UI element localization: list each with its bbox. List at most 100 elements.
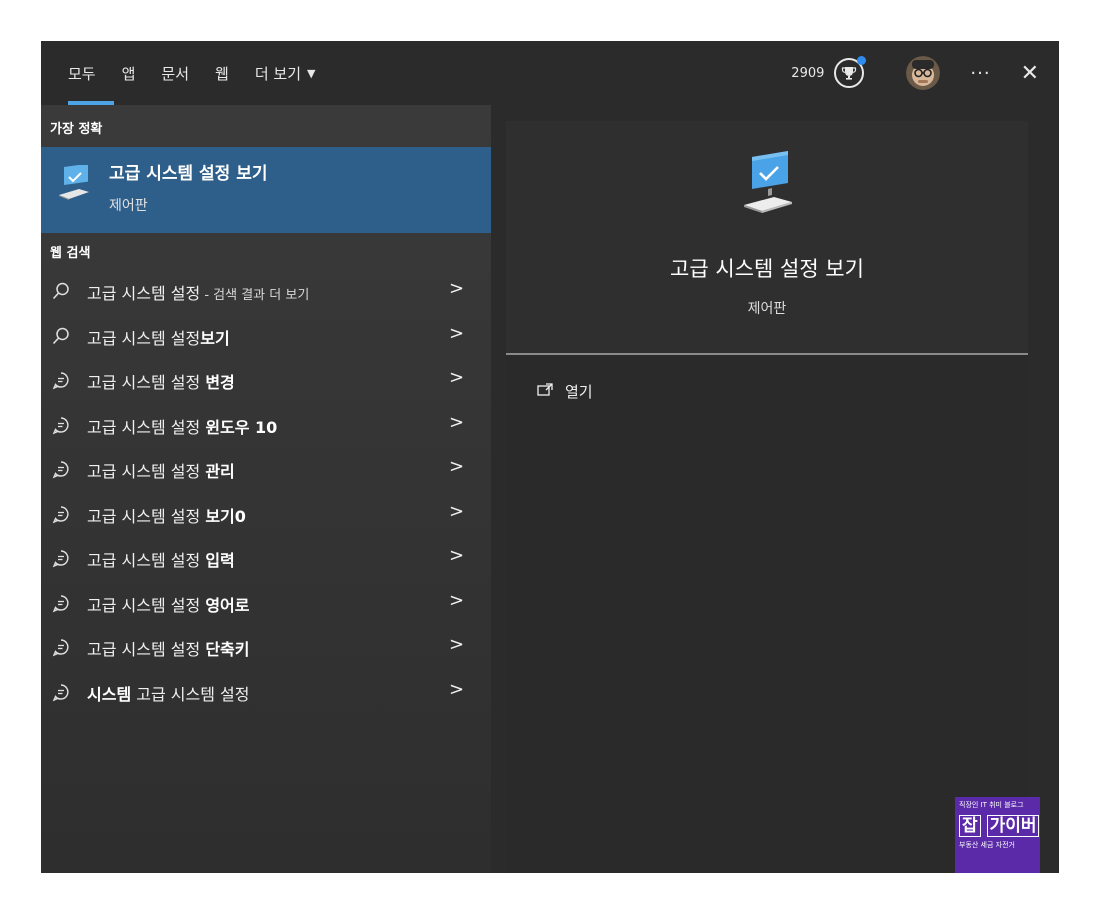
chevron-right-icon: > [449,322,465,344]
open-action[interactable]: 열기 [537,381,593,402]
suggestion-icon [51,637,71,657]
result-text-plain: 고급 시스템 설정 [87,284,201,303]
chevron-right-icon: > [449,278,465,299]
chevron-right-icon: > [449,411,465,433]
more-options-button[interactable]: ··· [970,63,990,84]
result-text-bold: 관리 [205,462,235,481]
open-external-icon [537,382,553,401]
web-result-item[interactable]: 고급 시스템 설정 관리 > [41,447,491,491]
computer-icon [744,151,792,219]
blog-watermark-logo: 직장인 IT 취미 블로그 잡 가이버 부동산 세금 자전거 [955,797,1040,873]
chevron-right-icon: > [449,678,465,700]
tab-2[interactable]: 문서 [148,41,202,105]
chevron-right-icon: > [449,545,465,566]
results-panel: 가장 정확 고급 시스템 설정 보기 제어판 웹 검색 고급 시스템 설정 - … [41,105,491,873]
result-text-bold: 윈도우 10 [205,417,278,437]
result-text-plain: 고급 시스템 설정 [87,551,206,570]
reward-points: 2909 [791,65,825,81]
web-result-item[interactable]: 고급 시스템 설정 입력 > [41,536,491,580]
preview-panel: 고급 시스템 설정 보기 제어판 열기 [506,121,1028,873]
top-right-controls: 2909 ··· ✕ [791,41,1059,105]
result-text-bold: 영어로 [205,595,250,615]
chevron-right-icon: > [449,589,465,611]
preview-title: 고급 시스템 설정 보기 [670,257,864,281]
tab-label: 웹 [215,64,229,83]
chevron-right-icon: > [449,367,465,388]
result-text-bold: 보기 [200,328,230,348]
search-icon [51,281,71,301]
web-result-text: 고급 시스템 설정 관리 [87,458,235,482]
suggestion-icon [51,593,71,613]
web-result-text: 고급 시스템 설정 영어로 [87,592,249,616]
preview-header: 고급 시스템 설정 보기 제어판 [506,121,1028,353]
suggestion-icon [51,548,71,568]
suggestion-icon [51,504,71,524]
web-result-text: 시스템 고급 시스템 설정 [87,681,249,705]
suggestion-icon [51,682,71,702]
web-result-text: 고급 시스템 설정 입력 [87,547,235,571]
best-match-heading: 가장 정확 [50,122,103,137]
web-result-item[interactable]: 고급 시스템 설정 변경 > [41,358,491,402]
web-result-item[interactable]: 고급 시스템 설정 영어로 > [41,581,491,625]
result-text-suffix: - 검색 결과 더 보기 [200,288,310,303]
web-result-item[interactable]: 고급 시스템 설정 단축키 > [41,625,491,669]
tab-1[interactable]: 앱 [109,41,149,105]
preview-subtitle: 제어판 [747,301,787,317]
web-result-text: 고급 시스템 설정 보기0 [87,503,246,527]
web-result-text: 고급 시스템 설정 윈도우 10 [87,414,277,438]
best-match-subtitle: 제어판 [109,198,148,214]
result-text-bold: 단축키 [205,640,250,659]
tab-label: 문서 [161,64,190,83]
web-result-text: 고급 시스템 설정보기 [87,325,230,349]
web-result-text: 고급 시스템 설정 변경 [87,369,235,393]
filter-tabs: 모두 앱 문서 웹 더 보기 ▼ [55,41,328,105]
chevron-right-icon: > [449,634,465,655]
web-result-item[interactable]: 시스템 고급 시스템 설정 > [41,670,491,714]
result-text-plain: 고급 시스템 설정 [87,640,206,659]
result-text-bold: 시스템 [87,684,132,704]
tab-4[interactable]: 더 보기 ▼ [242,41,329,105]
suggestion-icon [51,459,71,479]
user-avatar[interactable] [906,56,941,90]
result-text-plain: 고급 시스템 설정 [87,417,206,437]
result-text-bold: 입력 [205,551,235,570]
tab-label: 앱 [121,64,136,83]
web-result-item[interactable]: 고급 시스템 설정 보기0 > [41,492,491,536]
watermark-brand-a: 잡 [959,815,981,837]
result-text-bold: 변경 [205,373,235,392]
tab-3[interactable]: 웹 [202,41,242,105]
watermark-topics: 부동산 세금 자전거 [959,841,1015,849]
web-result-item[interactable]: 고급 시스템 설정 - 검색 결과 더 보기 > [41,269,491,313]
computer-icon [57,163,93,205]
web-result-item[interactable]: 고급 시스템 설정보기 > [41,314,491,358]
web-result-item[interactable]: 고급 시스템 설정 윈도우 10 > [41,403,491,447]
result-text-suffix: 고급 시스템 설정 [131,684,250,704]
tab-0[interactable]: 모두 [55,41,114,105]
best-match-item[interactable]: 고급 시스템 설정 보기 제어판 [41,147,491,233]
result-text-bold: 보기0 [205,506,246,526]
result-text-plain: 고급 시스템 설정 [87,506,206,526]
preview-divider [506,353,1028,355]
tab-label: 더 보기 [254,64,302,83]
web-result-text: 고급 시스템 설정 - 검색 결과 더 보기 [87,280,309,304]
web-result-text: 고급 시스템 설정 단축키 [87,636,249,660]
chevron-right-icon: > [449,456,465,477]
result-text-plain: 고급 시스템 설정 [87,373,206,392]
result-text-plain: 고급 시스템 설정 [87,595,206,615]
best-match-title: 고급 시스템 설정 보기 [109,164,268,184]
notification-dot [857,56,867,65]
open-label: 열기 [565,383,593,401]
suggestion-icon [51,415,71,435]
suggestion-icon [51,370,71,390]
web-search-heading: 웹 검색 [50,246,91,261]
search-icon [51,326,71,346]
search-window: 모두 앱 문서 웹 더 보기 ▼ 2909 ··· ✕ 가장 정확 고급 시스템… [41,41,1059,873]
watermark-tagline: 직장인 IT 취미 블로그 [959,801,1024,809]
top-bar: 모두 앱 문서 웹 더 보기 ▼ 2909 ··· ✕ [41,41,1059,105]
close-button[interactable]: ✕ [1021,61,1039,86]
result-text-plain: 고급 시스템 설정 [87,328,201,348]
watermark-brand-b: 가이버 [986,815,1040,837]
chevron-right-icon: > [449,500,465,522]
rewards-trophy-icon[interactable] [834,56,867,88]
result-text-plain: 고급 시스템 설정 [87,462,206,481]
